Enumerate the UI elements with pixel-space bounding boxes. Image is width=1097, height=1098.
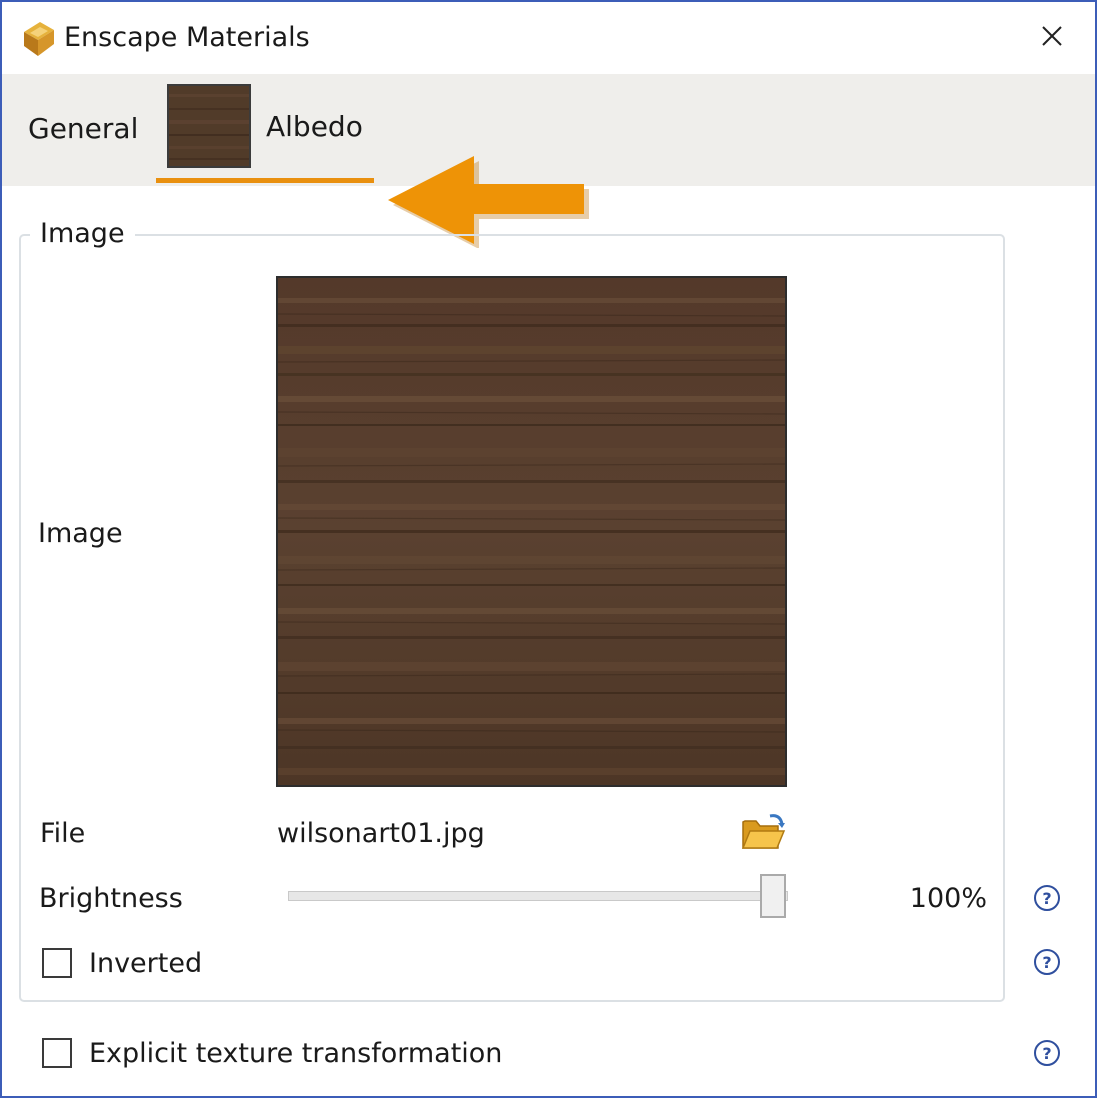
tab-bar: General Albedo — [2, 74, 1095, 249]
help-icon[interactable]: ? — [1033, 1039, 1061, 1067]
inverted-label[interactable]: Inverted — [89, 946, 202, 982]
tab-albedo-label: Albedo — [266, 110, 363, 143]
albedo-image-preview[interactable] — [276, 276, 787, 787]
help-icon[interactable]: ? — [1033, 948, 1061, 976]
svg-text:?: ? — [1042, 1044, 1051, 1063]
title-bar: Enscape Materials — [2, 2, 1095, 74]
help-icon[interactable]: ? — [1033, 884, 1061, 912]
open-folder-icon — [740, 814, 786, 858]
tab-general[interactable]: General — [14, 94, 152, 164]
explicit-texture-transformation-checkbox[interactable] — [42, 1038, 72, 1068]
brightness-slider[interactable] — [288, 874, 788, 920]
image-group-legend: Image — [30, 216, 135, 252]
tab-general-label: General — [28, 112, 139, 145]
brightness-slider-track[interactable] — [288, 891, 788, 901]
tab-albedo[interactable]: Albedo — [154, 82, 374, 186]
brightness-slider-thumb[interactable] — [760, 874, 786, 918]
active-tab-indicator — [156, 178, 374, 183]
close-icon — [1041, 25, 1063, 51]
window-title: Enscape Materials — [64, 22, 310, 53]
open-file-button[interactable] — [740, 812, 786, 854]
svg-text:?: ? — [1042, 953, 1051, 972]
image-label: Image — [38, 518, 123, 549]
file-name-value: wilsonart01.jpg — [277, 818, 485, 849]
close-button[interactable] — [1028, 14, 1076, 62]
svg-text:?: ? — [1042, 889, 1051, 908]
explicit-texture-transformation-label[interactable]: Explicit texture transformation — [89, 1036, 502, 1072]
inverted-checkbox[interactable] — [42, 948, 72, 978]
wood-texture-thumbnail — [167, 84, 251, 168]
brightness-label: Brightness — [39, 883, 183, 914]
enscape-logo-icon — [18, 18, 58, 58]
file-label: File — [40, 818, 86, 849]
enscape-materials-window: Enscape Materials General Albedo Image I… — [0, 0, 1097, 1098]
brightness-value: 100% — [909, 883, 987, 914]
